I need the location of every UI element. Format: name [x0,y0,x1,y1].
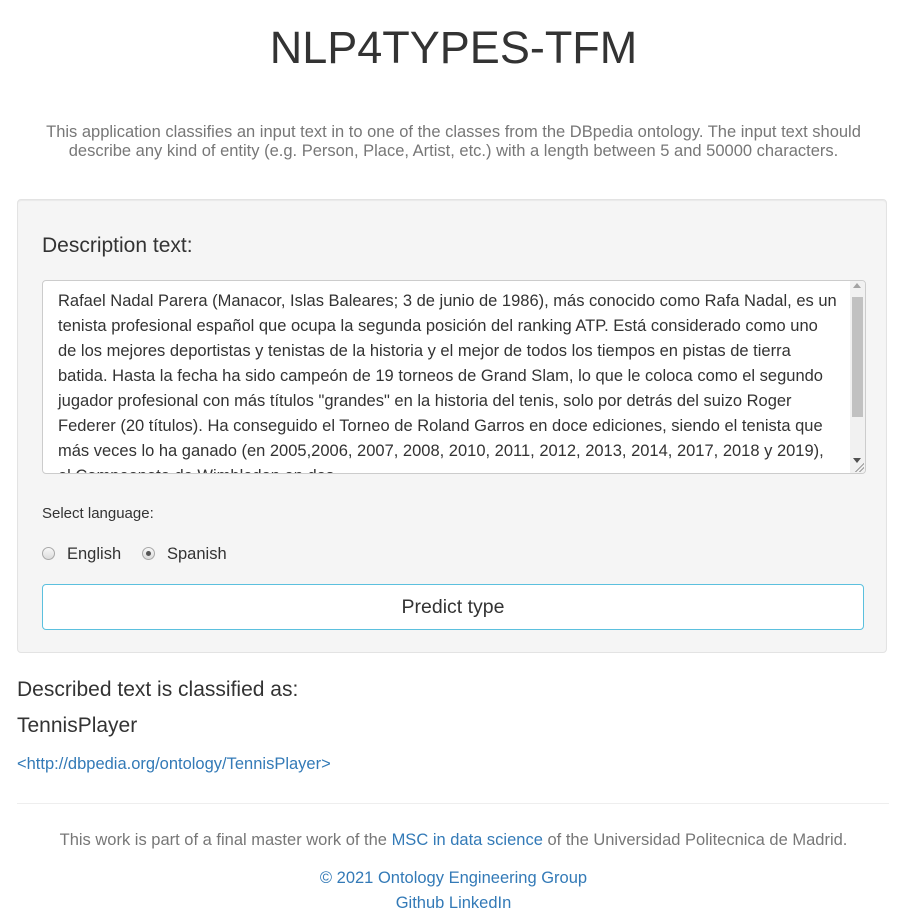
copyright-link[interactable]: © 2021 Ontology Engineering Group [0,869,907,888]
scrollbar-thumb[interactable] [852,297,863,417]
github-link[interactable]: Github [396,894,445,912]
intro-text: This application classifies an input tex… [46,123,861,160]
predict-type-button[interactable]: Predict type [42,584,864,630]
app-title: NLP4TYPES-TFM [269,22,638,73]
radio-english-label[interactable]: English [67,544,121,564]
radio-english-button[interactable] [42,547,55,560]
description-textarea[interactable]: Rafael Nadal Parera (Manacor, Islas Bale… [42,280,866,474]
footer-text: This work is part of a final master work… [0,831,907,850]
description-label: Description text: [42,234,193,257]
resize-grip-icon[interactable] [854,462,864,472]
language-label: Select language: [42,505,154,522]
footer-text-after: of the Universidad Politecnica de Madrid… [542,831,848,849]
prediction-form: Description text: Rafael Nadal Parera (M… [17,199,887,653]
footer-divider [17,803,889,804]
description-text-value[interactable]: Rafael Nadal Parera (Manacor, Islas Bale… [58,289,838,473]
result-type: TennisPlayer [17,714,138,737]
linkedin-link[interactable]: LinkedIn [449,894,511,912]
msc-link[interactable]: MSC in data science [392,831,543,849]
result-label: Described text is classified as: [17,678,299,701]
footer-text-before: This work is part of a final master work… [59,831,392,849]
page: NLP4TYPES-TFM This application classifie… [0,0,907,918]
radio-spanish-label[interactable]: Spanish [167,544,227,564]
textarea-scrollbar[interactable] [850,281,865,473]
result-uri-link[interactable]: <http://dbpedia.org/ontology/TennisPlaye… [17,755,331,774]
scroll-up-arrow-icon[interactable] [853,283,861,288]
social-links: Github LinkedIn [0,894,907,913]
radio-spanish-button[interactable] [142,547,155,560]
